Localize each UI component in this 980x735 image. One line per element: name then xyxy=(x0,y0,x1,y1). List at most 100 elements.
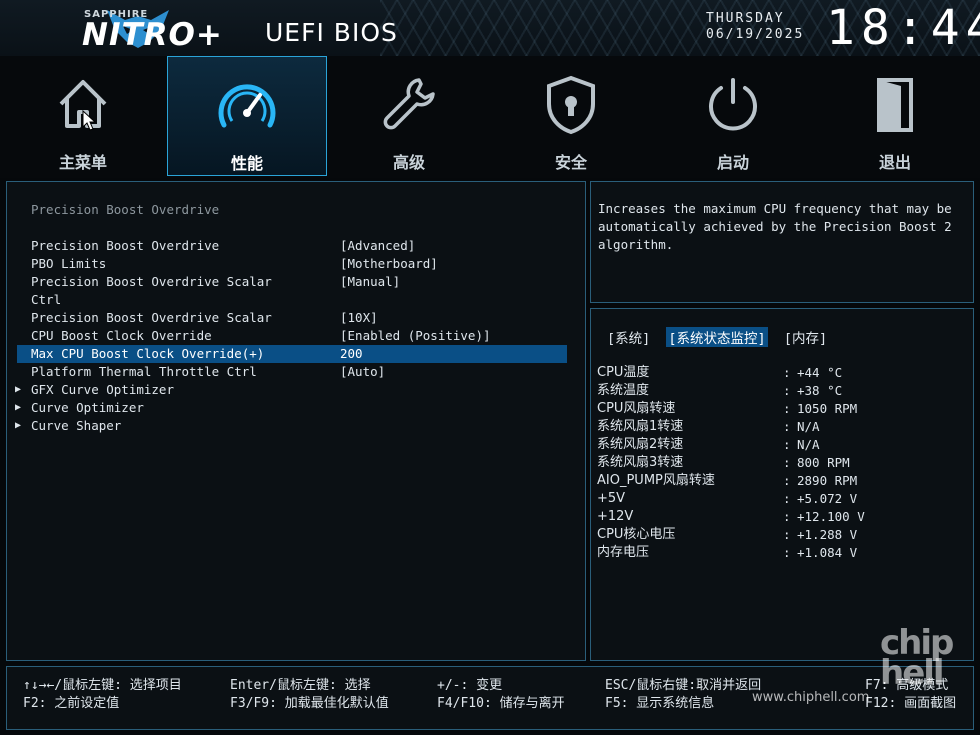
monitor-value: +38 °C xyxy=(797,383,843,398)
nav-tab-advanced[interactable]: 高级 xyxy=(329,56,489,176)
submenu-curve-shaper[interactable]: ▶ Curve Shaper xyxy=(15,417,567,435)
setting-label: Ctrl xyxy=(31,292,62,307)
monitor-separator: : xyxy=(783,473,791,488)
hint-system-info: F5: 显示系统信息 xyxy=(605,696,715,711)
monitor-label: CPU风扇转速 xyxy=(597,401,676,416)
monitor-label: 系统风扇2转速 xyxy=(597,437,684,452)
monitor-label: 内存电压 xyxy=(597,545,650,560)
setting-label: Precision Boost Overdrive xyxy=(31,238,220,253)
clock-time: 18:44 xyxy=(826,0,980,56)
setting-label: Precision Boost Overdrive Scalar xyxy=(31,310,272,325)
chiphell-watermark-url: www.chiphell.com xyxy=(752,690,870,705)
tab-memory[interactable]: [内存] xyxy=(782,327,829,347)
monitor-label: +5V xyxy=(597,491,626,506)
monitor-row-5v: +5V : +5.072 V xyxy=(597,490,957,508)
nav-tab-security[interactable]: 安全 xyxy=(491,56,651,176)
hint-change: +/-: 变更 xyxy=(437,678,503,693)
gauge-icon xyxy=(218,84,276,128)
monitor-row-aio-pump: AIO_PUMP风扇转速 : 2890 RPM xyxy=(597,472,957,490)
monitor-separator: : xyxy=(783,545,791,560)
tab-system[interactable]: [系统] xyxy=(605,327,652,347)
submenu-arrow-icon: ▶ xyxy=(15,384,22,395)
brand-nitro-text: NITRO+ xyxy=(82,17,223,53)
nav-label-boot: 启动 xyxy=(716,153,749,172)
monitor-value: N/A xyxy=(797,419,820,434)
monitor-value: 800 RPM xyxy=(797,455,850,470)
hint-esc-back: ESC/鼠标右键:取消并返回 xyxy=(605,678,762,693)
monitor-separator: : xyxy=(783,401,791,416)
monitor-value: 1050 RPM xyxy=(797,401,858,416)
nav-tab-performance[interactable]: 性能 xyxy=(167,56,327,176)
setting-value[interactable]: [Motherboard] xyxy=(340,255,438,273)
submenu-gfx-curve-optimizer[interactable]: ▶ GFX Curve Optimizer xyxy=(15,381,567,399)
hint-screenshot: F12: 画面截图 xyxy=(865,696,957,711)
setting-label: CPU Boost Clock Override xyxy=(31,328,212,343)
wrench-icon xyxy=(383,78,435,130)
monitor-separator: : xyxy=(783,383,791,398)
setting-row-platform-thermal[interactable]: Platform Thermal Throttle Ctrl [Auto] xyxy=(17,363,567,381)
monitor-row-dram-voltage: 内存电压 : +1.084 V xyxy=(597,544,957,562)
setting-value[interactable]: 200 xyxy=(340,345,363,363)
monitor-row-cpu-temp: CPU温度 : +44 °C xyxy=(597,364,957,382)
submenu-label: Curve Shaper xyxy=(31,418,122,433)
date-text: 06/19/2025 xyxy=(706,27,805,42)
setting-label: PBO Limits xyxy=(31,256,107,271)
hint-load-defaults: F3/F9: 加载最佳化默认值 xyxy=(230,696,389,711)
submenu-arrow-icon: ▶ xyxy=(15,420,22,431)
mouse-pointer-icon xyxy=(82,110,96,131)
help-panel: Increases the maximum CPU frequency that… xyxy=(590,181,974,303)
monitor-row-sys-fan-3: 系统风扇3转速 : 800 RPM xyxy=(597,454,957,472)
monitor-row-cpu-fan: CPU风扇转速 : 1050 RPM xyxy=(597,400,957,418)
setting-value[interactable]: [Advanced] xyxy=(340,237,415,255)
setting-row-pbo-scalar[interactable]: Precision Boost Overdrive Scalar [10X] xyxy=(17,309,567,327)
setting-value[interactable]: [Enabled (Positive)] xyxy=(340,327,491,345)
setting-label: Platform Thermal Throttle Ctrl xyxy=(31,364,257,379)
hint-save-exit: F4/F10: 储存与离开 xyxy=(437,696,565,711)
setting-row-pbo-limits[interactable]: PBO Limits [Motherboard] xyxy=(17,255,567,273)
setting-row-max-cpu-boost-clock[interactable]: Max CPU Boost Clock Override(+) 200 xyxy=(17,345,567,363)
nav-label-main: 主菜单 xyxy=(58,153,107,172)
monitor-separator: : xyxy=(783,365,791,380)
submenu-label: Curve Optimizer xyxy=(31,400,144,415)
chiphell-watermark-logo: chip hell xyxy=(880,623,954,693)
uefi-bios-title: UEFI BIOS xyxy=(265,18,398,47)
monitor-row-cpu-vcore: CPU核心电压 : +1.288 V xyxy=(597,526,957,544)
monitor-value: +44 °C xyxy=(797,365,843,380)
monitor-label: 系统风扇1转速 xyxy=(597,419,684,434)
submenu-arrow-icon: ▶ xyxy=(15,402,22,413)
monitor-label: 系统风扇3转速 xyxy=(597,455,684,470)
monitor-separator: : xyxy=(783,491,791,506)
monitor-row-sys-fan-2: 系统风扇2转速 : N/A xyxy=(597,436,957,454)
help-description: Increases the maximum CPU frequency that… xyxy=(598,201,952,252)
setting-value[interactable]: [Auto] xyxy=(340,363,385,381)
monitor-label: CPU温度 xyxy=(597,365,650,380)
weekday-text: THURSDAY xyxy=(706,11,785,26)
monitor-value: N/A xyxy=(797,437,820,452)
setting-row-cpu-boost-clock-override[interactable]: CPU Boost Clock Override [Enabled (Posit… xyxy=(17,327,567,345)
monitor-value: +5.072 V xyxy=(797,491,858,506)
monitor-label: AIO_PUMP风扇转速 xyxy=(597,473,715,488)
monitor-value: 2890 RPM xyxy=(797,473,858,488)
setting-value[interactable]: [10X] xyxy=(340,309,378,327)
setting-row-pbo-scalar-ctrl-cont: Ctrl xyxy=(17,291,567,309)
monitor-value: +12.100 V xyxy=(797,509,865,524)
nav-label-advanced: 高级 xyxy=(392,153,425,172)
nav-tab-exit[interactable]: 退出 xyxy=(815,56,975,176)
monitor-tabs: [系统] [系统状态监控] [内存] xyxy=(605,327,835,347)
nav-tab-boot[interactable]: 启动 xyxy=(653,56,813,176)
monitor-separator: : xyxy=(783,509,791,524)
setting-value[interactable]: [Manual] xyxy=(340,273,400,291)
hint-enter-select: Enter/鼠标左键: 选择 xyxy=(230,678,371,693)
section-title: Precision Boost Overdrive xyxy=(31,202,220,217)
submenu-curve-optimizer[interactable]: ▶ Curve Optimizer xyxy=(15,399,567,417)
monitor-label: 系统温度 xyxy=(597,383,650,398)
shield-lock-icon xyxy=(547,75,595,135)
tab-system-monitor[interactable]: [系统状态监控] xyxy=(666,327,768,347)
header-bar: SAPPHIRE NITRO+ UEFI BIOS THURSDAY 06/19… xyxy=(0,0,980,56)
monitor-row-system-temp: 系统温度 : +38 °C xyxy=(597,382,957,400)
setting-row-pbo-scalar-ctrl[interactable]: Precision Boost Overdrive Scalar [Manual… xyxy=(17,273,567,291)
power-icon xyxy=(709,78,757,131)
main-nav: 主菜单 性能 高级 安全 启动 退出 xyxy=(0,56,980,178)
exit-door-icon xyxy=(877,78,913,132)
setting-row-pbo[interactable]: Precision Boost Overdrive [Advanced] xyxy=(17,237,567,255)
